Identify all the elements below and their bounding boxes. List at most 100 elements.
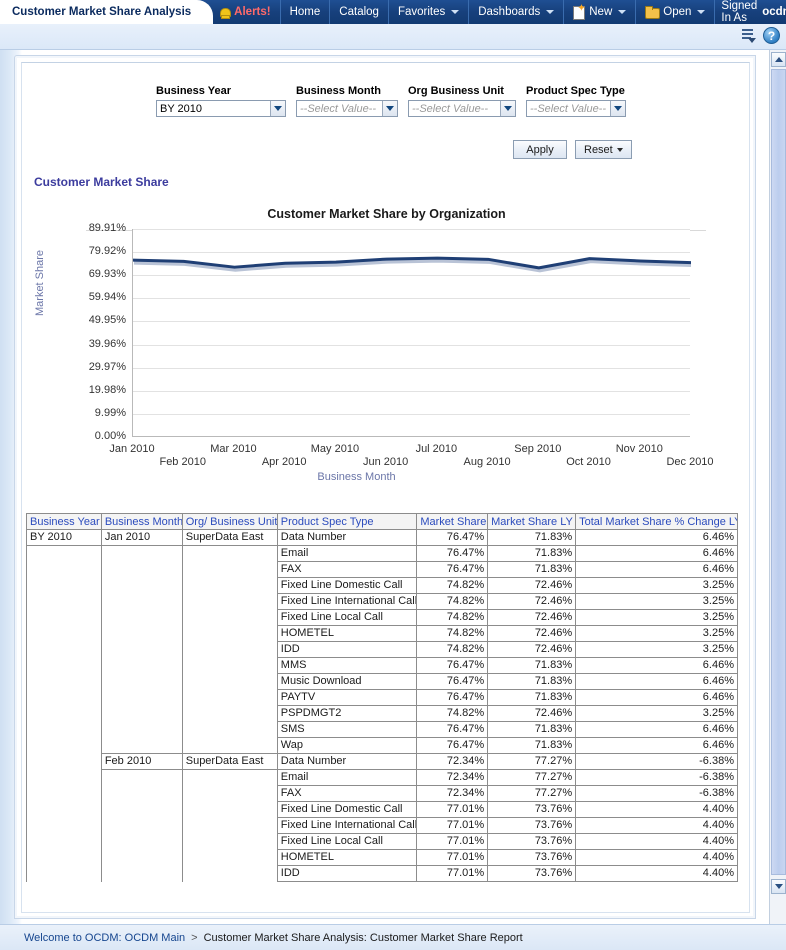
nav-label-open: Open (663, 6, 691, 18)
cell-market-share-ly: 71.83% (488, 722, 576, 738)
nav-item-new[interactable]: New (564, 0, 636, 24)
help-icon[interactable]: ? (763, 27, 780, 44)
col-total-change-ly[interactable]: Total Market Share % Change LY (576, 514, 738, 530)
chart-x-axis-label: Business Month (22, 471, 751, 483)
footer-welcome[interactable]: Welcome to OCDM: OCDM Main (24, 932, 185, 944)
chart-plot-area: Market Share 89.91%79.92%69.93%59.94%49.… (22, 221, 751, 496)
chart-x-tick: Nov 2010 (604, 443, 674, 455)
apply-button[interactable]: Apply (513, 140, 567, 159)
chevron-down-icon[interactable] (500, 101, 515, 116)
table-row: MMS76.47%71.83%6.46% (27, 658, 738, 674)
table-row: HOMETEL74.82%72.46%3.25% (27, 626, 738, 642)
signed-in-as[interactable]: Signed In As ocdm (715, 0, 786, 24)
chart-y-axis-label: Market Share (34, 250, 46, 316)
page-options-icon[interactable] (739, 27, 756, 44)
nav-item-open[interactable]: Open (636, 0, 715, 24)
scrollbar-thumb[interactable] (771, 69, 786, 875)
table-row: Fixed Line International Call74.82%72.46… (27, 594, 738, 610)
cell-market-share: 76.47% (417, 674, 488, 690)
chevron-down-icon (775, 884, 783, 889)
folder-icon (645, 7, 659, 18)
cell-business-month (101, 802, 182, 818)
cell-total-change-ly: 6.46% (576, 658, 738, 674)
cell-business-month (101, 562, 182, 578)
col-business-month[interactable]: Business Month (101, 514, 182, 530)
table-row: Fixed Line Local Call74.82%72.46%3.25% (27, 610, 738, 626)
cell-business-month (101, 626, 182, 642)
chevron-down-icon[interactable] (382, 101, 397, 116)
chart-gridline (133, 298, 690, 299)
col-product-spec-type[interactable]: Product Spec Type (277, 514, 417, 530)
cell-business-month (101, 850, 182, 866)
cell-market-share: 77.01% (417, 866, 488, 882)
table-row: PAYTV76.47%71.83%6.46% (27, 690, 738, 706)
prompt-org-business-unit: Org Business Unit --Select Value-- (408, 85, 516, 117)
select-business-year[interactable]: BY 2010 (156, 100, 286, 117)
col-market-share-ly[interactable]: Market Share LY (488, 514, 576, 530)
chart-y-tick: 39.96% (68, 338, 126, 350)
report-container: Business Year BY 2010 Business Month --S… (21, 62, 750, 913)
footer-breadcrumb: Customer Market Share Analysis: Customer… (204, 932, 523, 944)
toolbar-right-actions: ? (739, 27, 780, 44)
scroll-up-button[interactable] (771, 52, 786, 67)
select-product-spec-type[interactable]: --Select Value-- (526, 100, 626, 117)
chart-y-tick: 59.94% (68, 291, 126, 303)
cell-market-share: 74.82% (417, 642, 488, 658)
cell-product-spec-type: FAX (277, 786, 417, 802)
nav-label-home: Home (290, 6, 321, 18)
col-org-business-unit[interactable]: Org/ Business Unit (182, 514, 277, 530)
chart-x-axis-label-text: Business Month (317, 471, 395, 483)
table-row: Wap76.47%71.83%6.46% (27, 738, 738, 754)
cell-business-month (101, 690, 182, 706)
chart-x-tick: May 2010 (300, 443, 370, 455)
chevron-down-icon (697, 10, 705, 14)
cell-product-spec-type: FAX (277, 562, 417, 578)
cell-business-year (27, 690, 102, 706)
cell-business-year (27, 866, 102, 882)
nav-item-dashboards[interactable]: Dashboards (469, 0, 564, 24)
cell-product-spec-type: Wap (277, 738, 417, 754)
chart-x-tick: Jul 2010 (401, 443, 471, 455)
table-row: Fixed Line Domestic Call74.82%72.46%3.25… (27, 578, 738, 594)
select-business-month[interactable]: --Select Value-- (296, 100, 398, 117)
chart-gridline (133, 321, 690, 322)
select-org-business-unit[interactable]: --Select Value-- (408, 100, 516, 117)
chevron-down-icon[interactable] (610, 101, 625, 116)
cell-product-spec-type: Email (277, 546, 417, 562)
prompt-filter-area: Business Year BY 2010 Business Month --S… (22, 85, 751, 117)
nav-item-favorites[interactable]: Favorites (389, 0, 469, 24)
cell-market-share: 76.47% (417, 738, 488, 754)
dashboard-content-panel: Business Year BY 2010 Business Month --S… (14, 55, 756, 919)
cell-market-share-ly: 73.76% (488, 866, 576, 882)
col-market-share[interactable]: Market Share (417, 514, 488, 530)
cell-product-spec-type: MMS (277, 658, 417, 674)
cell-market-share-ly: 73.76% (488, 818, 576, 834)
reset-button[interactable]: Reset (575, 140, 632, 159)
chevron-down-icon[interactable] (270, 101, 285, 116)
cell-market-share: 77.01% (417, 802, 488, 818)
vertical-scrollbar[interactable] (769, 50, 786, 924)
col-business-year[interactable]: Business Year (27, 514, 102, 530)
cell-business-year (27, 562, 102, 578)
cell-total-change-ly: 6.46% (576, 674, 738, 690)
chart-y-tick: 79.92% (68, 245, 126, 257)
cell-market-share-ly: 71.83% (488, 546, 576, 562)
cell-product-spec-type: HOMETEL (277, 850, 417, 866)
chart-line-svg (133, 229, 691, 437)
scroll-down-button[interactable] (771, 879, 786, 894)
table-row: Email76.47%71.83%6.46% (27, 546, 738, 562)
cell-product-spec-type: IDD (277, 866, 417, 882)
nav-item-home[interactable]: Home (281, 0, 331, 24)
nav-item-catalog[interactable]: Catalog (330, 0, 389, 24)
cell-business-year: BY 2010 (27, 530, 102, 546)
chart-x-tick: Jun 2010 (351, 456, 421, 468)
cell-business-month (101, 674, 182, 690)
cell-business-month (101, 738, 182, 754)
chart-gridline (133, 252, 690, 253)
prompt-business-year: Business Year BY 2010 (156, 85, 286, 117)
nav-label-favorites: Favorites (398, 6, 445, 18)
cell-business-month (101, 722, 182, 738)
cell-business-year (27, 786, 102, 802)
alerts-button[interactable]: Alerts! (213, 0, 280, 24)
cell-org-business-unit (182, 594, 277, 610)
